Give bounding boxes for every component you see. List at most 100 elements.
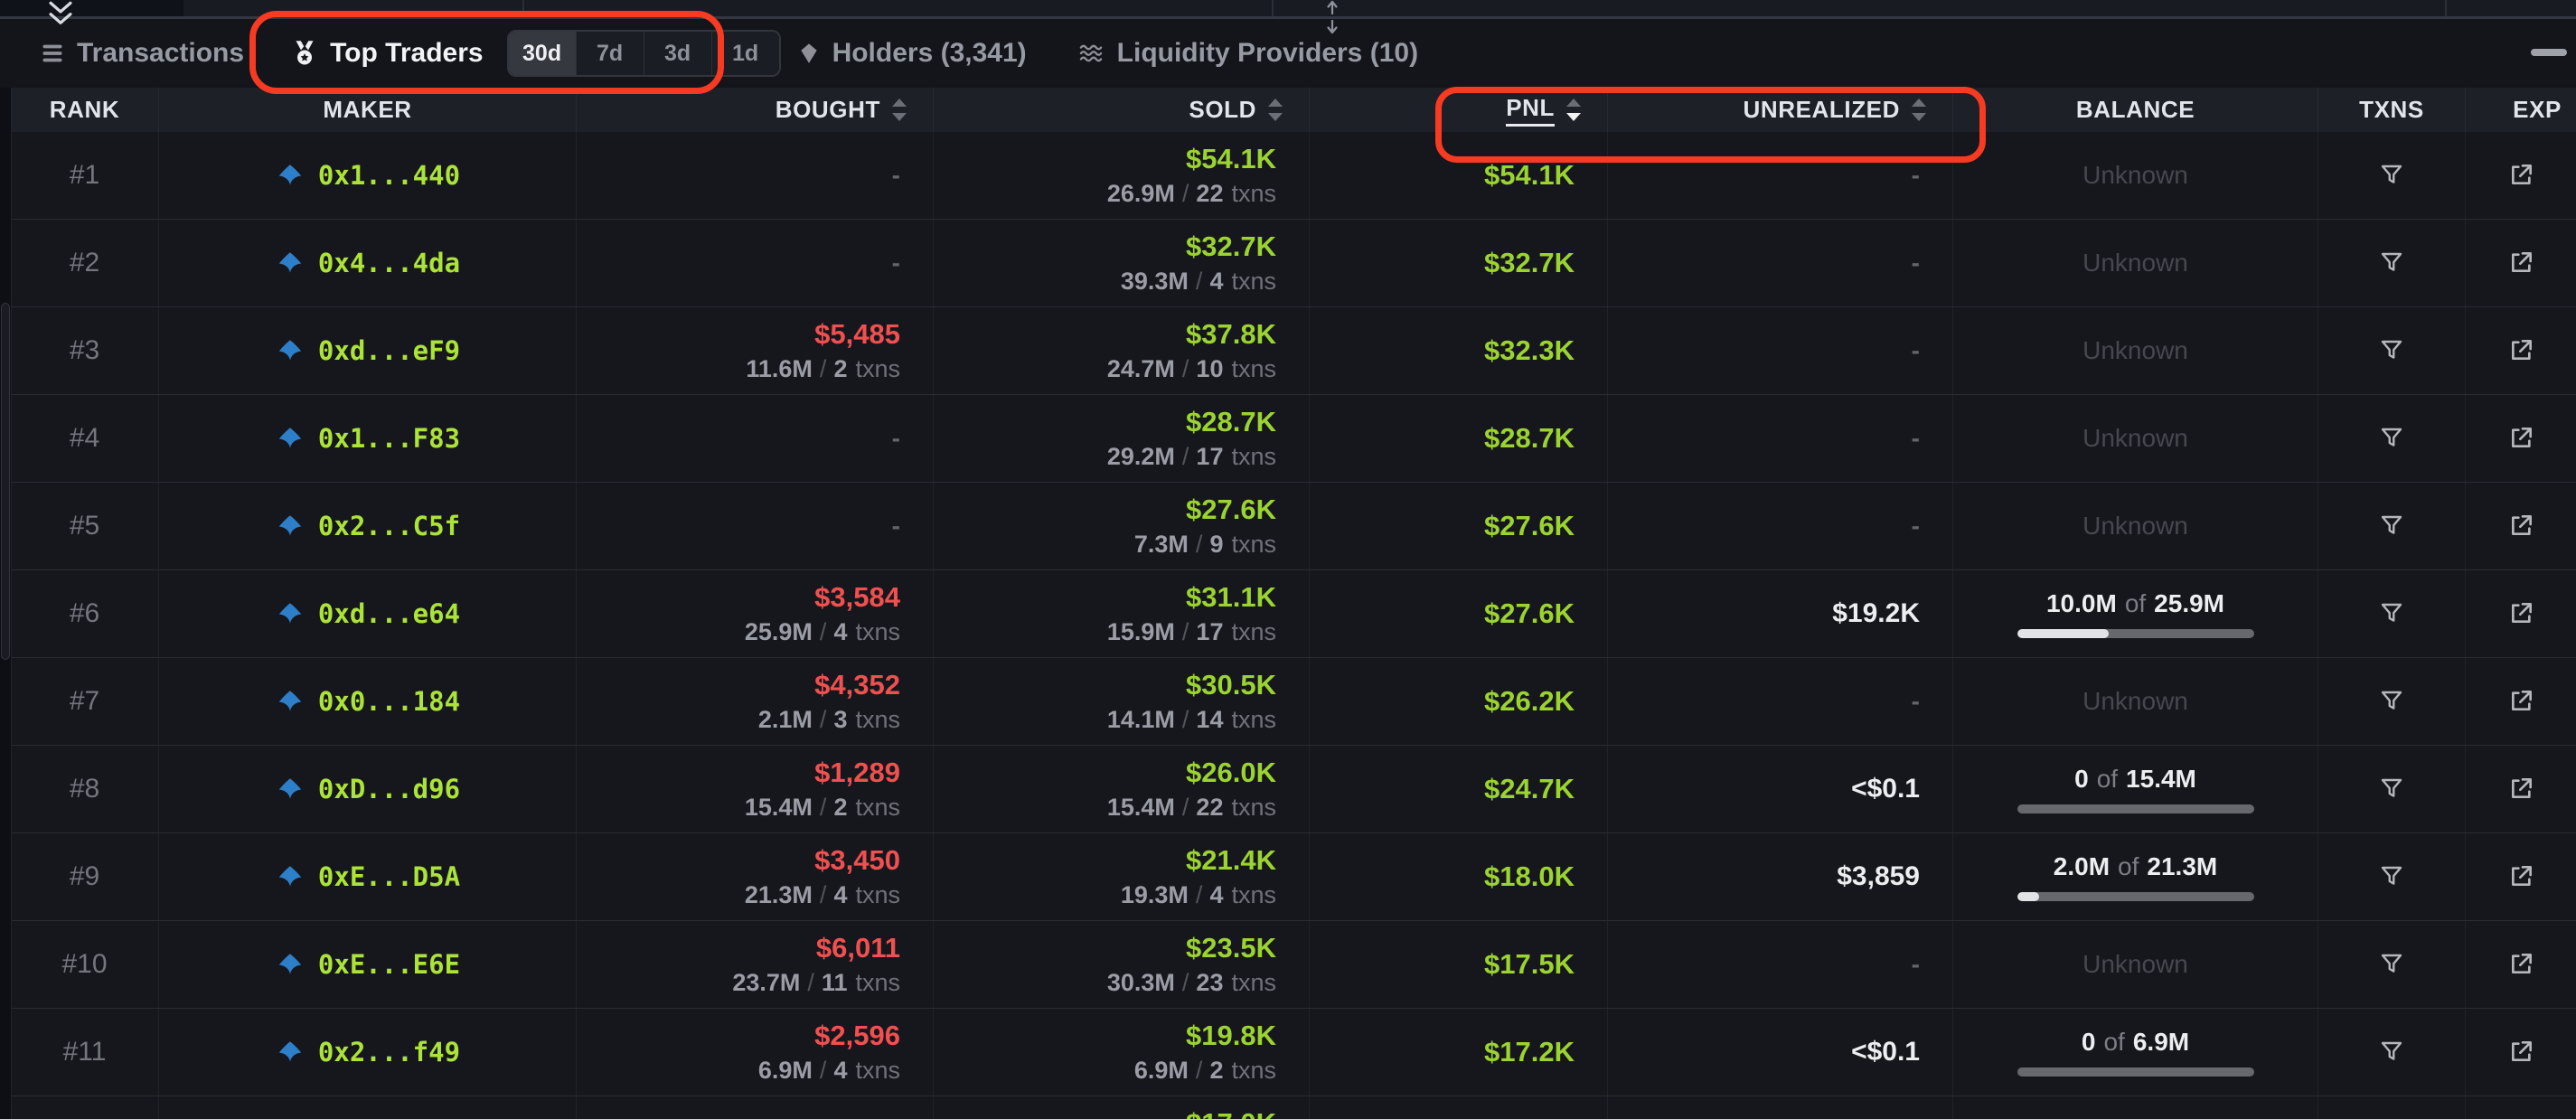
- trader-row[interactable]: #1 0x1...440 - $54.1K 26.9M/22 txns $54.1K…: [11, 132, 2576, 220]
- whale-icon: [275, 951, 306, 978]
- sold-cell: $17.0K: [934, 1096, 1310, 1119]
- sold-cell: $26.0K 15.4M/22 txns: [934, 746, 1310, 832]
- sort-icon[interactable]: [889, 97, 909, 124]
- maker-cell[interactable]: 0xE...D5A: [159, 833, 577, 920]
- maker-cell[interactable]: 0xd...eF9: [159, 307, 577, 394]
- external-link-icon[interactable]: [2506, 249, 2535, 277]
- column-header-unrealized[interactable]: UNREALIZED: [1608, 88, 1953, 132]
- trader-row[interactable]: #4 0x1...F83 - $28.7K 29.2M/17 txns $28.7K…: [11, 395, 2576, 483]
- exp-cell: [2466, 220, 2576, 306]
- scrollbar-thumb[interactable]: [1, 303, 10, 660]
- whale-icon: [275, 1039, 306, 1066]
- exp-cell: [2466, 921, 2576, 1008]
- filter-icon[interactable]: [2377, 249, 2406, 277]
- pnl-cell: $24.7K: [1310, 746, 1608, 832]
- sold-cell: $19.8K 6.9M/2 txns: [934, 1009, 1310, 1095]
- external-link-icon[interactable]: [2506, 512, 2535, 541]
- sold-cell: $37.8K 24.7M/10 txns: [934, 307, 1310, 394]
- column-header-pnl[interactable]: PNL: [1310, 88, 1608, 132]
- maker-cell[interactable]: 0x1...F83: [159, 395, 577, 482]
- external-link-icon[interactable]: [2506, 161, 2535, 190]
- timeframe-7d-button[interactable]: 7d: [576, 32, 644, 75]
- sold-subtext: 7.3M/9 txns: [1133, 531, 1276, 558]
- maker-cell[interactable]: 0x4...4da: [159, 220, 577, 306]
- strip-divider: [2445, 0, 2447, 16]
- filter-icon[interactable]: [2377, 862, 2406, 891]
- trader-row[interactable]: #11 0x2...f49 $2,596 6.9M/4 txns $19.8K 6.9…: [11, 1009, 2576, 1096]
- bought-cell: $2,596 6.9M/4 txns: [577, 1009, 934, 1095]
- external-link-icon[interactable]: [2506, 424, 2535, 453]
- trader-row[interactable]: #2 0x4...4da - $32.7K 39.3M/4 txns $32.7K …: [11, 220, 2576, 307]
- trader-row[interactable]: #9 0xE...D5A $3,450 21.3M/4 txns $21.4K 19.…: [11, 833, 2576, 921]
- trader-row[interactable]: #3 0xd...eF9 $5,485 11.6M/2 txns $37.8K 24.…: [11, 307, 2576, 395]
- external-link-icon[interactable]: [2506, 336, 2535, 365]
- column-header-rank[interactable]: RANK: [11, 88, 159, 132]
- pnl-cell: $27.6K: [1310, 483, 1608, 569]
- filter-icon[interactable]: [2377, 599, 2406, 628]
- sort-icon[interactable]: [1909, 97, 1929, 124]
- column-header-sold[interactable]: SOLD: [934, 88, 1310, 132]
- trader-row[interactable]: $17.0K: [11, 1096, 2576, 1119]
- external-link-icon[interactable]: [2506, 1038, 2535, 1067]
- timeframe-30d-button[interactable]: 30d: [508, 32, 577, 75]
- exp-cell: [2466, 833, 2576, 920]
- filter-icon[interactable]: [2377, 161, 2406, 190]
- trader-row[interactable]: #5 0x2...C5f - $27.6K 7.3M/9 txns $27.6K -…: [11, 483, 2576, 570]
- exp-cell: [2466, 395, 2576, 482]
- external-link-icon[interactable]: [2506, 599, 2535, 628]
- pane-resize-handle-icon[interactable]: [1320, 0, 1345, 39]
- tab-holders[interactable]: Holders (3,341): [797, 38, 1027, 69]
- bought-value: $2,596: [814, 1020, 900, 1051]
- rank-cell: #9: [11, 833, 159, 920]
- bought-subtext: 21.3M/4 txns: [744, 881, 900, 908]
- collapse-double-chevron-icon[interactable]: [45, 0, 76, 32]
- bought-cell: $5,485 11.6M/2 txns: [577, 307, 934, 394]
- filter-icon[interactable]: [2377, 775, 2406, 804]
- balance-text: 0 of 6.9M: [2081, 1028, 2190, 1056]
- filter-icon[interactable]: [2377, 336, 2406, 365]
- maker-cell[interactable]: 0xd...e64: [159, 570, 577, 657]
- filter-icon[interactable]: [2377, 950, 2406, 979]
- maker-address: 0x2...f49: [317, 1037, 461, 1067]
- maker-cell[interactable]: 0x0...184: [159, 658, 577, 745]
- column-header-balance[interactable]: BALANCE: [1953, 88, 2318, 132]
- vertical-scrollbar[interactable]: [0, 88, 12, 1119]
- collapse-pane-button[interactable]: [2531, 49, 2567, 56]
- maker-cell[interactable]: 0xE...E6E: [159, 921, 577, 1008]
- maker-cell[interactable]: 0xD...d96: [159, 746, 577, 832]
- balance-cell: Unknown: [1953, 307, 2318, 394]
- trader-row[interactable]: #10 0xE...E6E $6,011 23.7M/11 txns $23.5K 3…: [11, 921, 2576, 1009]
- sort-icon-active-desc[interactable]: [1564, 97, 1584, 124]
- unrealized-cell: $19.2K: [1608, 570, 1953, 657]
- external-link-icon[interactable]: [2506, 862, 2535, 891]
- maker-cell[interactable]: 0x2...f49: [159, 1009, 577, 1095]
- trader-row[interactable]: #8 0xD...d96 $1,289 15.4M/2 txns $26.0K 15.…: [11, 746, 2576, 833]
- pnl-value: $17.2K: [1484, 1036, 1575, 1067]
- filter-icon[interactable]: [2377, 1038, 2406, 1067]
- external-link-icon[interactable]: [2506, 950, 2535, 979]
- sort-icon[interactable]: [1265, 97, 1285, 124]
- timeframe-1d-button[interactable]: 1d: [711, 32, 779, 75]
- balance-text: 0 of 15.4M: [2074, 765, 2196, 793]
- maker-cell[interactable]: 0x1...440: [159, 132, 577, 219]
- external-link-icon[interactable]: [2506, 687, 2535, 716]
- maker-cell[interactable]: 0x2...C5f: [159, 483, 577, 569]
- tab-top-traders[interactable]: Top Traders: [291, 38, 484, 69]
- trader-row[interactable]: #7 0x0...184 $4,352 2.1M/3 txns $30.5K 14.1…: [11, 658, 2576, 746]
- timeframe-3d-button[interactable]: 3d: [644, 32, 712, 75]
- column-header-maker[interactable]: MAKER: [159, 88, 577, 132]
- filter-icon[interactable]: [2377, 512, 2406, 541]
- external-link-icon[interactable]: [2506, 775, 2535, 804]
- trader-row[interactable]: #6 0xd...e64 $3,584 25.9M/4 txns $31.1K 15.…: [11, 570, 2576, 658]
- column-header-txns[interactable]: TXNS: [2318, 88, 2466, 132]
- tab-liquidity-providers[interactable]: Liquidity Providers (10): [1076, 38, 1418, 69]
- tab-transactions[interactable]: Transactions: [40, 38, 244, 69]
- filter-icon[interactable]: [2377, 424, 2406, 453]
- pnl-cell: $27.6K: [1310, 570, 1608, 657]
- unrealized-cell: -: [1608, 395, 1953, 482]
- pnl-cell: $17.2K: [1310, 1009, 1608, 1095]
- column-header-bought[interactable]: BOUGHT: [577, 88, 934, 132]
- pnl-cell: $54.1K: [1310, 132, 1608, 219]
- column-header-exp[interactable]: EXP: [2466, 88, 2576, 132]
- filter-icon[interactable]: [2377, 687, 2406, 716]
